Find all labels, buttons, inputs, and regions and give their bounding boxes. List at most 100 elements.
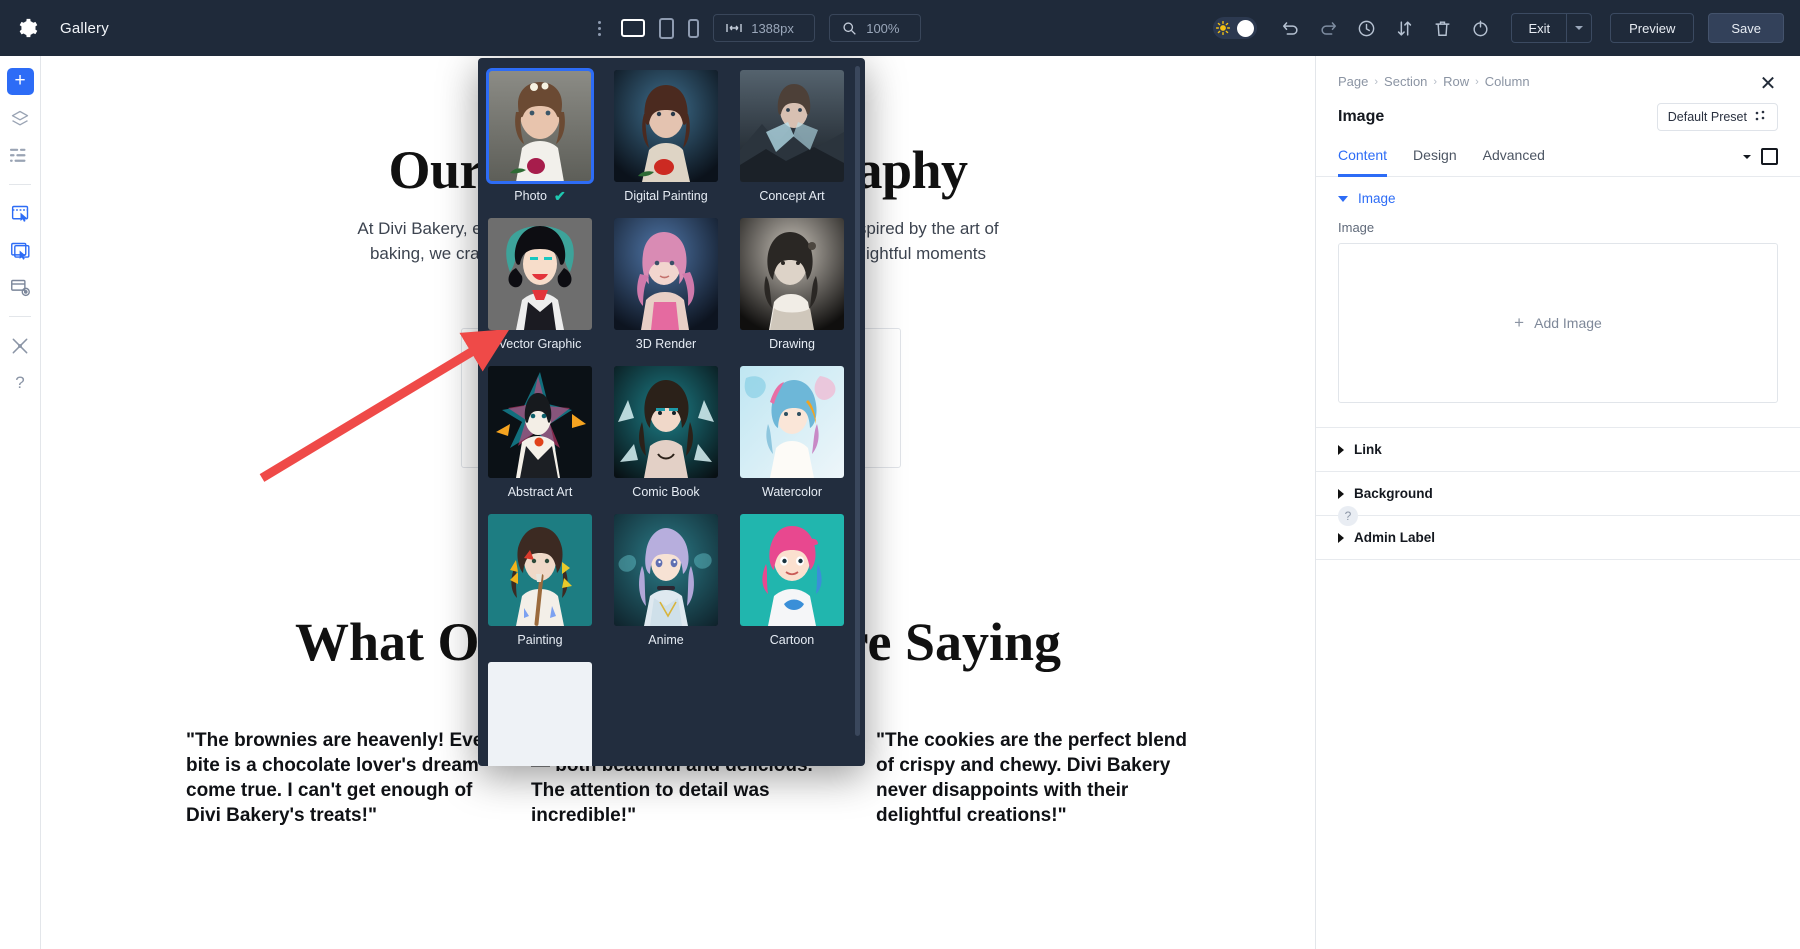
add-button[interactable]: + <box>6 68 34 95</box>
desktop-view-icon[interactable] <box>621 19 646 37</box>
preset-label: Default Preset <box>1667 110 1747 124</box>
save-button[interactable]: Save <box>1708 13 1784 43</box>
preset-dropdown[interactable]: Default Preset <box>1656 103 1778 131</box>
top-toolbar: Gallery 1388px 100% Exit Preview Save <box>0 0 1800 56</box>
style-option-placeholder[interactable] <box>488 662 592 766</box>
phone-view-icon[interactable] <box>688 18 700 38</box>
rail-divider <box>9 184 31 185</box>
width-arrows-icon <box>726 22 742 34</box>
preview-button[interactable]: Preview <box>1610 13 1695 43</box>
list-lines-icon[interactable] <box>7 142 34 169</box>
style-thumbnail <box>486 68 594 184</box>
add-image-button[interactable]: + Add Image <box>1338 243 1778 403</box>
redo-icon[interactable] <box>1311 11 1345 45</box>
style-thumbnail-placeholder <box>488 662 592 766</box>
section-header-image[interactable]: Image <box>1316 177 1800 220</box>
power-icon[interactable] <box>1463 11 1497 45</box>
style-option-anime[interactable]: Anime <box>614 514 718 654</box>
style-caption: Watercolor <box>740 478 844 506</box>
tab-content[interactable]: Content <box>1338 147 1388 177</box>
undo-icon[interactable] <box>1273 11 1307 45</box>
panel-title: Image <box>1338 108 1385 125</box>
style-caption: Photo ✔ <box>488 182 592 210</box>
style-label: Abstract Art <box>507 485 573 499</box>
modal-scrollbar-track[interactable] <box>855 66 860 758</box>
section-label: Admin Label <box>1354 530 1436 545</box>
panel-title-row: Image Default Preset <box>1316 89 1800 131</box>
style-caption: Concept Art <box>740 182 844 210</box>
style-thumbnail <box>488 218 592 330</box>
breadcrumb-separator: › <box>1433 75 1438 88</box>
breadcrumb-item-section[interactable]: Section <box>1384 74 1427 89</box>
style-option-abstract-art[interactable]: Abstract Art <box>488 366 592 506</box>
select-element-icon[interactable] <box>7 200 34 227</box>
viewport-width-value: 1388px <box>751 20 794 36</box>
style-option-comic-book[interactable]: Comic Book <box>614 366 718 506</box>
style-thumbnail <box>740 514 844 626</box>
style-picker-scroll-area: Photo ✔ Digital Painting Concept Art Vec… <box>478 58 865 766</box>
left-toolbar-rail: + ? <box>0 56 41 949</box>
style-option-painting[interactable]: Painting <box>488 514 592 654</box>
exit-dropdown-button[interactable] <box>1566 13 1593 43</box>
style-option-photo[interactable]: Photo ✔ <box>486 68 594 210</box>
breadcrumb-item-row[interactable]: Row <box>1443 74 1469 89</box>
close-icon[interactable]: ✕ <box>1756 72 1780 96</box>
multi-select-icon[interactable] <box>7 237 34 264</box>
transfer-arrows-icon[interactable] <box>1387 11 1421 45</box>
tab-advanced[interactable]: Advanced <box>1483 147 1545 177</box>
question-mark-icon[interactable]: ? <box>7 369 34 396</box>
tab-design[interactable]: Design <box>1413 147 1457 177</box>
gear-icon[interactable] <box>16 17 38 39</box>
history-clock-icon[interactable] <box>1349 11 1383 45</box>
panel-layout-icon[interactable] <box>1761 148 1778 165</box>
responsive-grid-icon[interactable] <box>7 274 34 301</box>
exit-button-group: Exit <box>1511 13 1593 43</box>
breadcrumb-item-column[interactable]: Column <box>1485 74 1530 89</box>
section-divider <box>1316 559 1800 560</box>
magnifier-icon <box>842 21 857 36</box>
tablet-view-icon[interactable] <box>659 17 675 39</box>
sun-toggle-icon[interactable] <box>1213 17 1258 39</box>
breadcrumb-item-page[interactable]: Page <box>1338 74 1368 89</box>
breadcrumb-separator: › <box>1475 75 1479 88</box>
breadcrumb: Page › Section › Row › Column <box>1316 56 1800 89</box>
style-label: Concept Art <box>759 189 825 203</box>
style-option-cartoon[interactable]: Cartoon <box>740 514 844 654</box>
style-caption: Vector Graphic <box>488 330 592 358</box>
style-caption: Digital Painting <box>614 182 718 210</box>
style-label: Vector Graphic <box>498 337 582 351</box>
testimonial-item: "The cookies are the perfect blend of cr… <box>876 730 1187 826</box>
toolbar-right-group: Exit Preview Save <box>1213 11 1800 45</box>
style-option-3d-render[interactable]: 3D Render <box>614 218 718 358</box>
section-label: Link <box>1354 442 1382 457</box>
section-header-link[interactable]: Link <box>1316 428 1800 471</box>
chevron-down-icon[interactable] <box>1743 154 1751 159</box>
style-option-drawing[interactable]: Drawing <box>740 218 844 358</box>
question-mark-icon[interactable]: ? <box>1338 506 1358 526</box>
trash-icon[interactable] <box>1425 11 1459 45</box>
style-option-concept-art[interactable]: Concept Art <box>740 70 844 210</box>
module-settings-panel: Page › Section › Row › Column ✕ Image De… <box>1315 56 1800 949</box>
style-thumbnail <box>740 70 844 182</box>
zoom-field[interactable]: 100% <box>829 14 922 42</box>
style-option-watercolor[interactable]: Watercolor <box>740 366 844 506</box>
breadcrumb-separator: › <box>1374 75 1379 88</box>
preset-dots-icon <box>1755 110 1767 125</box>
more-options-icon[interactable] <box>592 15 607 42</box>
layers-icon[interactable] <box>7 105 34 132</box>
style-caption: 3D Render <box>614 330 718 358</box>
exit-button[interactable]: Exit <box>1511 13 1567 43</box>
modal-scrollbar-thumb[interactable] <box>855 66 860 736</box>
wrench-cross-icon[interactable] <box>7 332 34 359</box>
panel-tabs: Content Design Advanced <box>1316 131 1800 177</box>
zoom-value: 100% <box>866 20 900 36</box>
section-header-admin-label[interactable]: Admin Label <box>1316 516 1800 559</box>
style-thumbnail <box>614 218 718 330</box>
style-thumbnail <box>614 70 718 182</box>
section-header-background[interactable]: Background <box>1316 472 1800 515</box>
style-option-vector-graphic[interactable]: Vector Graphic <box>488 218 592 358</box>
viewport-width-field[interactable]: 1388px <box>713 14 816 42</box>
style-thumbnail <box>740 366 844 478</box>
style-thumbnail <box>488 366 592 478</box>
style-option-digital-painting[interactable]: Digital Painting <box>614 70 718 210</box>
